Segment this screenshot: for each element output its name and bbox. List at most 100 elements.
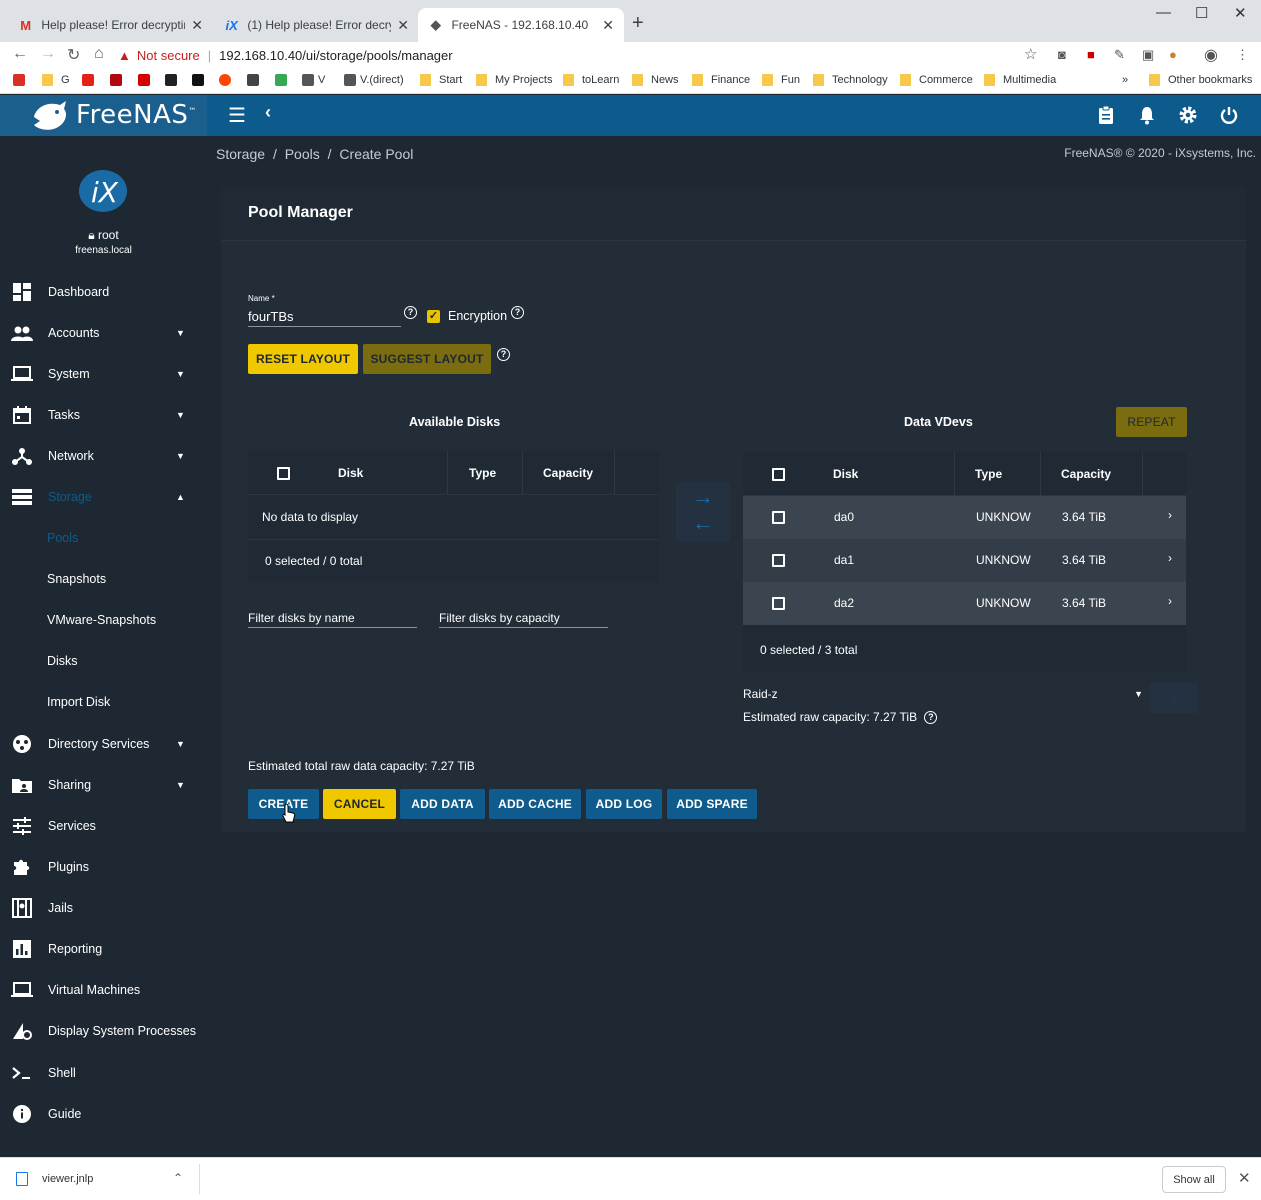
- sidebar-item-import-disk[interactable]: Import Disk: [0, 681, 207, 722]
- minimize-icon[interactable]: —: [1156, 4, 1171, 21]
- row-checkbox[interactable]: [772, 511, 785, 524]
- bookmark-folder[interactable]: Multimedia: [984, 74, 1056, 86]
- sidebar-item-snapshots[interactable]: Snapshots: [0, 558, 207, 599]
- chevron-right-icon[interactable]: ›: [1168, 551, 1172, 565]
- sidebar-item-tasks[interactable]: Tasks ▼: [0, 394, 207, 435]
- maximize-icon[interactable]: ☐: [1195, 4, 1208, 22]
- help-icon[interactable]: ?: [511, 306, 524, 319]
- table-row[interactable]: da2 UNKNOW 3.64 TiB ›: [743, 582, 1186, 625]
- pocket-icon[interactable]: ◙: [1058, 47, 1066, 62]
- select-all-checkbox[interactable]: [772, 468, 785, 481]
- cancel-button[interactable]: CANCEL: [323, 789, 396, 819]
- column-header[interactable]: Disk: [833, 467, 858, 481]
- bookmark[interactable]: [165, 74, 181, 86]
- suggest-layout-button[interactable]: SUGGEST LAYOUT: [363, 344, 491, 374]
- clipboard-icon[interactable]: [1096, 105, 1116, 125]
- logo[interactable]: FreeNAS™: [0, 95, 207, 136]
- bookmark-folder[interactable]: News: [632, 74, 679, 86]
- menu-icon[interactable]: ⋮: [1236, 47, 1249, 63]
- arrow-right-icon[interactable]: →: [692, 484, 714, 510]
- add-data-button[interactable]: ADD DATA: [400, 789, 485, 819]
- remove-vdev-button[interactable]: x: [1150, 683, 1198, 713]
- encryption-checkbox[interactable]: ✓: [427, 310, 440, 323]
- bookmark-folder[interactable]: G: [42, 74, 70, 86]
- sidebar-item-vmware-snapshots[interactable]: VMware-Snapshots: [0, 599, 207, 640]
- chevron-left-icon[interactable]: ‹: [265, 102, 271, 123]
- close-icon[interactable]: ✕: [602, 17, 614, 34]
- sidebar-item-accounts[interactable]: Accounts ▼: [0, 312, 207, 353]
- more-bookmarks-button[interactable]: »: [1122, 74, 1128, 86]
- row-checkbox[interactable]: [772, 597, 785, 610]
- sidebar-item-display-system-processes[interactable]: Display System Processes: [0, 1010, 207, 1051]
- address-bar[interactable]: ▲ Not secure | 192.168.10.40/ui/storage/…: [118, 44, 1048, 66]
- sidebar-item-services[interactable]: Services: [0, 805, 207, 846]
- gear-icon[interactable]: [1178, 105, 1198, 125]
- sidebar-item-virtual-machines[interactable]: Virtual Machines: [0, 969, 207, 1010]
- column-header[interactable]: Disk: [338, 466, 363, 480]
- sidebar-item-storage[interactable]: Storage ▲: [0, 476, 207, 517]
- bookmark-folder[interactable]: Start: [420, 74, 462, 86]
- column-header[interactable]: Type: [975, 467, 1002, 481]
- column-header[interactable]: Type: [469, 466, 496, 480]
- gmail-bookmark[interactable]: [13, 74, 29, 86]
- column-header[interactable]: Capacity: [1061, 467, 1111, 481]
- add-log-button[interactable]: ADD LOG: [586, 789, 662, 819]
- sidebar-item-dashboard[interactable]: Dashboard: [0, 271, 207, 312]
- close-icon[interactable]: ✕: [397, 17, 409, 34]
- filter-by-name-input[interactable]: [248, 608, 417, 628]
- bookmark-folder[interactable]: toLearn: [563, 74, 619, 86]
- breadcrumb-pools[interactable]: Pools: [285, 146, 320, 162]
- cookie-icon[interactable]: ●: [1169, 47, 1177, 62]
- filter-by-capacity-input[interactable]: [439, 608, 608, 628]
- power-icon[interactable]: [1219, 105, 1239, 125]
- sidebar-item-reporting[interactable]: Reporting: [0, 928, 207, 969]
- bookmark-folder[interactable]: Fun: [762, 74, 800, 86]
- close-icon[interactable]: ✕: [1238, 1169, 1251, 1187]
- bookmark[interactable]: [82, 74, 98, 86]
- chevron-up-icon[interactable]: ⌃: [173, 1171, 183, 1185]
- row-checkbox[interactable]: [772, 554, 785, 567]
- repeat-button[interactable]: REPEAT: [1116, 407, 1187, 437]
- table-row[interactable]: da0 UNKNOW 3.64 TiB ›: [743, 496, 1186, 539]
- bookmark[interactable]: [110, 74, 126, 86]
- sidebar-item-system[interactable]: System ▼: [0, 353, 207, 394]
- menu-toggle-icon[interactable]: ☰: [228, 103, 246, 128]
- browser-tab-active[interactable]: ◆ FreeNAS - 192.168.10.40 ✕: [418, 8, 624, 42]
- browser-tab[interactable]: iX (1) Help please! Error decrypting ✕: [214, 8, 419, 42]
- sidebar-item-shell[interactable]: Shell: [0, 1052, 207, 1093]
- add-spare-button[interactable]: ADD SPARE: [667, 789, 757, 819]
- sidebar-item-jails[interactable]: Jails: [0, 887, 207, 928]
- browser-tab[interactable]: M Help please! Error decrypting po ✕: [8, 8, 213, 42]
- ublock-icon[interactable]: ■: [1087, 47, 1095, 62]
- extension-icon[interactable]: ✎: [1114, 47, 1125, 63]
- reset-layout-button[interactable]: RESET LAYOUT: [248, 344, 358, 374]
- sidebar-item-disks[interactable]: Disks: [0, 640, 207, 681]
- avatar[interactable]: ◉: [1204, 45, 1218, 65]
- star-icon[interactable]: ☆: [1024, 45, 1037, 63]
- show-all-button[interactable]: Show all: [1162, 1166, 1226, 1193]
- sidebar-item-plugins[interactable]: Plugins: [0, 846, 207, 887]
- add-cache-button[interactable]: ADD CACHE: [489, 789, 581, 819]
- vdev-layout-select[interactable]: Raid-z ▼: [743, 687, 1143, 707]
- back-icon[interactable]: ←: [12, 45, 28, 63]
- forward-icon[interactable]: →: [40, 45, 56, 63]
- select-all-checkbox[interactable]: [277, 467, 290, 480]
- chevron-right-icon[interactable]: ›: [1168, 508, 1172, 522]
- download-item[interactable]: viewer.jnlp: [16, 1172, 93, 1186]
- bookmark[interactable]: V.(direct): [344, 74, 404, 86]
- bookmark[interactable]: [192, 74, 208, 86]
- close-icon[interactable]: ✕: [191, 17, 203, 34]
- bookmark-folder[interactable]: Commerce: [900, 74, 973, 86]
- bookmark[interactable]: [138, 74, 154, 86]
- pool-name-input[interactable]: [248, 307, 401, 327]
- help-icon[interactable]: ?: [924, 711, 938, 724]
- bookmark[interactable]: [275, 74, 291, 86]
- other-bookmarks[interactable]: Other bookmarks: [1149, 74, 1252, 86]
- bookmark[interactable]: [247, 74, 263, 86]
- sidebar-item-pools[interactable]: Pools: [0, 517, 207, 558]
- window-close-icon[interactable]: ✕: [1234, 4, 1247, 22]
- bookmark[interactable]: [219, 74, 235, 86]
- bell-icon[interactable]: [1137, 105, 1157, 125]
- new-tab-button[interactable]: +: [632, 12, 644, 35]
- sidebar-item-sharing[interactable]: Sharing ▼: [0, 764, 207, 805]
